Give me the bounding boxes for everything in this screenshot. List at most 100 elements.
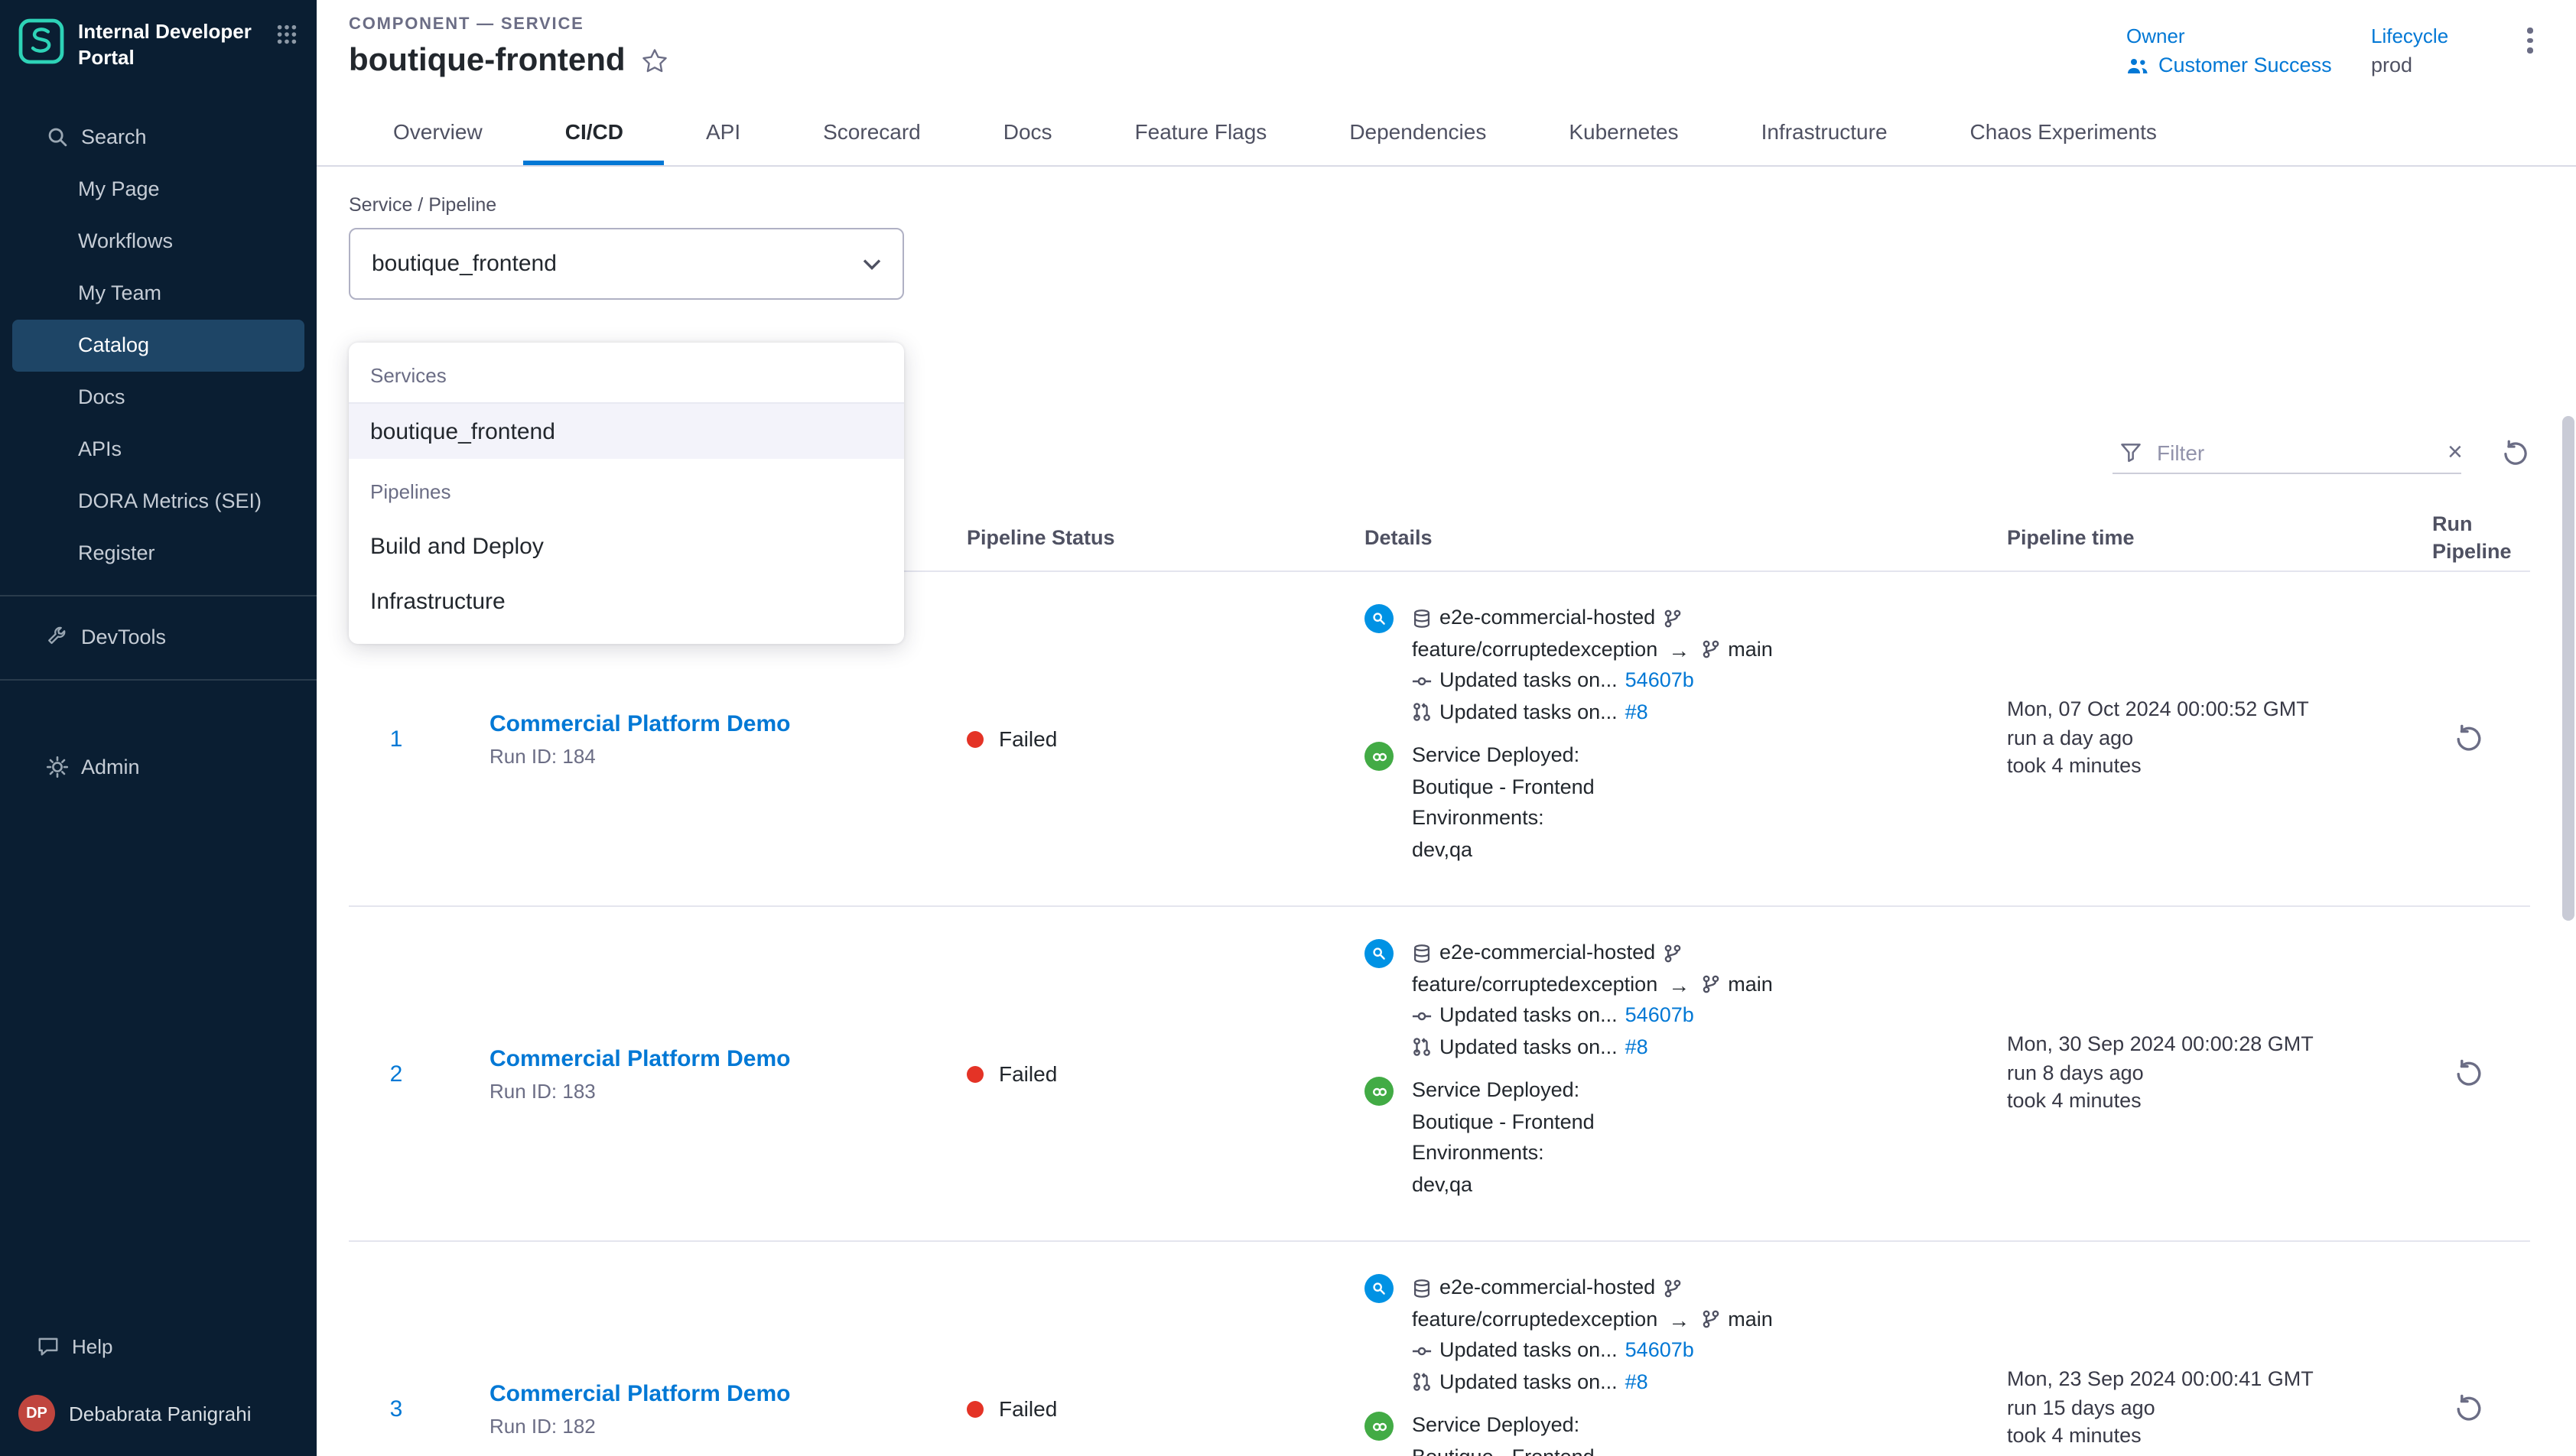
status-label: Failed	[999, 726, 1057, 751]
tab-kubernetes[interactable]: Kubernetes	[1527, 98, 1719, 165]
sidebar-item-devtools[interactable]: DevTools	[0, 612, 317, 664]
tab-overview[interactable]: Overview	[352, 98, 524, 165]
owner-link[interactable]: Customer Success	[2158, 54, 2332, 76]
header-pipeline-time: Pipeline time	[1986, 526, 2432, 549]
filter-bar: ×	[2113, 431, 2530, 474]
help-button[interactable]: Help	[0, 1328, 317, 1364]
sidebar-divider	[0, 595, 317, 596]
status-failed-dot	[967, 1400, 984, 1417]
filter-clear-icon[interactable]: ×	[2448, 439, 2463, 465]
filter-group: ×	[2113, 431, 2461, 474]
sidebar-item-label: My Page	[78, 178, 160, 201]
sidebar-item-label: My Team	[78, 282, 161, 305]
pr-link[interactable]: #8	[1625, 1032, 1648, 1063]
tab-dependencies[interactable]: Dependencies	[1308, 98, 1527, 165]
tab-feature-flags[interactable]: Feature Flags	[1094, 98, 1309, 165]
sidebar-item-label: Search	[81, 126, 147, 149]
favorite-star-icon[interactable]	[641, 47, 668, 75]
app-switcher-grid-icon[interactable]	[275, 18, 298, 54]
sidebar-item-label: Docs	[78, 386, 125, 409]
sidebar-item-label: DevTools	[81, 626, 166, 649]
source-branch: feature/corruptedexception	[1412, 969, 1657, 1000]
filter-funnel-icon	[2119, 440, 2143, 464]
run-id: Run ID: 183	[490, 1079, 948, 1102]
team-people-icon	[2126, 56, 2149, 74]
repo-name: e2e-commercial-hosted	[1439, 603, 1655, 634]
run-pipeline-button[interactable]	[2454, 723, 2484, 754]
target-branch: main	[1728, 969, 1773, 1000]
target-branch: main	[1728, 1304, 1773, 1335]
run-pipeline-button[interactable]	[2454, 1393, 2484, 1424]
repo-icon	[1412, 944, 1432, 964]
pull-request-icon	[1412, 703, 1432, 723]
pipeline-name-link[interactable]: Commercial Platform Demo	[490, 710, 948, 736]
sidebar-item-catalog[interactable]: Catalog	[12, 320, 304, 372]
pipeline-runs-table: Pipeline Status Details Pipeline time Ru…	[349, 505, 2530, 1456]
commit-link[interactable]: 54607b	[1625, 1000, 1694, 1032]
deploy-service: Boutique - Frontend	[1412, 772, 1595, 803]
tab-api[interactable]: API	[665, 98, 782, 165]
filter-input[interactable]	[2157, 440, 2434, 464]
pull-request-icon	[1412, 1038, 1432, 1058]
run-number[interactable]: 3	[349, 1242, 444, 1456]
run-number[interactable]: 2	[349, 907, 444, 1240]
dropdown-option-boutique-frontend[interactable]: boutique_frontend	[349, 404, 904, 459]
service-pipeline-label: Service / Pipeline	[349, 194, 2576, 216]
commit-icon	[1412, 1341, 1432, 1361]
run-id: Run ID: 182	[490, 1414, 948, 1437]
kebab-menu-icon[interactable]	[2512, 15, 2548, 53]
commit-link[interactable]: 54607b	[1625, 1335, 1694, 1367]
pr-link[interactable]: #8	[1625, 697, 1648, 728]
page-title: boutique-frontend	[349, 43, 626, 80]
arrow-right-icon: →	[1665, 969, 1693, 1000]
sidebar-item-apis[interactable]: APIs	[0, 424, 317, 476]
tab-chaos-experiments[interactable]: Chaos Experiments	[1929, 98, 2198, 165]
git-branch-icon	[1663, 1279, 1683, 1298]
sidebar-nav: Search My Page Workflows My Team Catalog…	[0, 112, 317, 580]
deploy-title: Service Deployed:	[1412, 1075, 1595, 1107]
header-details: Details	[1343, 526, 1986, 549]
sidebar-item-admin[interactable]: Admin	[0, 742, 317, 794]
refresh-table-icon[interactable]	[2501, 438, 2530, 467]
details-cell: e2e-commercial-hosted feature/corruptede…	[1343, 907, 1986, 1240]
environments-title: Environments:	[1412, 1138, 1595, 1169]
sidebar-item-workflows[interactable]: Workflows	[0, 216, 317, 268]
dropdown-option-infrastructure[interactable]: Infrastructure	[349, 574, 904, 629]
tab-docs[interactable]: Docs	[962, 98, 1094, 165]
service-pipeline-select[interactable]: boutique_frontend	[349, 228, 904, 300]
git-branch-icon	[1700, 975, 1720, 995]
tab-cicd[interactable]: CI/CD	[524, 98, 665, 165]
harness-logo-icon[interactable]	[18, 18, 64, 64]
deploy-service: Boutique - Frontend	[1412, 1107, 1595, 1138]
app-window: Internal Developer Portal Search My Page…	[0, 0, 2576, 1456]
sidebar-item-dora-metrics[interactable]: DORA Metrics (SEI)	[0, 476, 317, 528]
run-duration: took 4 minutes	[2007, 1423, 2432, 1451]
git-branch-icon	[1663, 609, 1683, 629]
pipeline-name-link[interactable]: Commercial Platform Demo	[490, 1380, 948, 1406]
run-relative-time: run 15 days ago	[2007, 1395, 2432, 1423]
commit-link[interactable]: 54607b	[1625, 665, 1694, 697]
sidebar-item-docs[interactable]: Docs	[0, 372, 317, 424]
run-relative-time: run a day ago	[2007, 725, 2432, 753]
pr-link[interactable]: #8	[1625, 1367, 1648, 1398]
user-profile[interactable]: DP Debabrata Panigrahi	[0, 1395, 317, 1456]
breadcrumb: COMPONENT — SERVICE	[349, 15, 2126, 34]
sidebar-item-label: Catalog	[78, 334, 149, 357]
dropdown-option-build-and-deploy[interactable]: Build and Deploy	[349, 518, 904, 574]
sidebar-item-my-page[interactable]: My Page	[0, 164, 317, 216]
dropdown-group-pipelines: Pipelines	[349, 459, 904, 518]
sidebar-header: Internal Developer Portal	[0, 0, 317, 87]
cd-stage-icon	[1364, 1077, 1394, 1106]
sidebar-item-my-team[interactable]: My Team	[0, 268, 317, 320]
owner-block: Owner Customer Success	[2126, 15, 2371, 76]
pull-request-icon	[1412, 1373, 1432, 1393]
sidebar-item-register[interactable]: Register	[0, 528, 317, 580]
scrollbar-thumb[interactable]	[2562, 416, 2574, 921]
ci-stage-icon	[1364, 1274, 1394, 1303]
pipeline-name-link[interactable]: Commercial Platform Demo	[490, 1045, 948, 1071]
run-pipeline-button[interactable]	[2454, 1058, 2484, 1089]
ci-stage-icon	[1364, 604, 1394, 633]
tab-infrastructure[interactable]: Infrastructure	[1720, 98, 1929, 165]
tab-scorecard[interactable]: Scorecard	[782, 98, 962, 165]
sidebar-item-search[interactable]: Search	[0, 112, 317, 164]
